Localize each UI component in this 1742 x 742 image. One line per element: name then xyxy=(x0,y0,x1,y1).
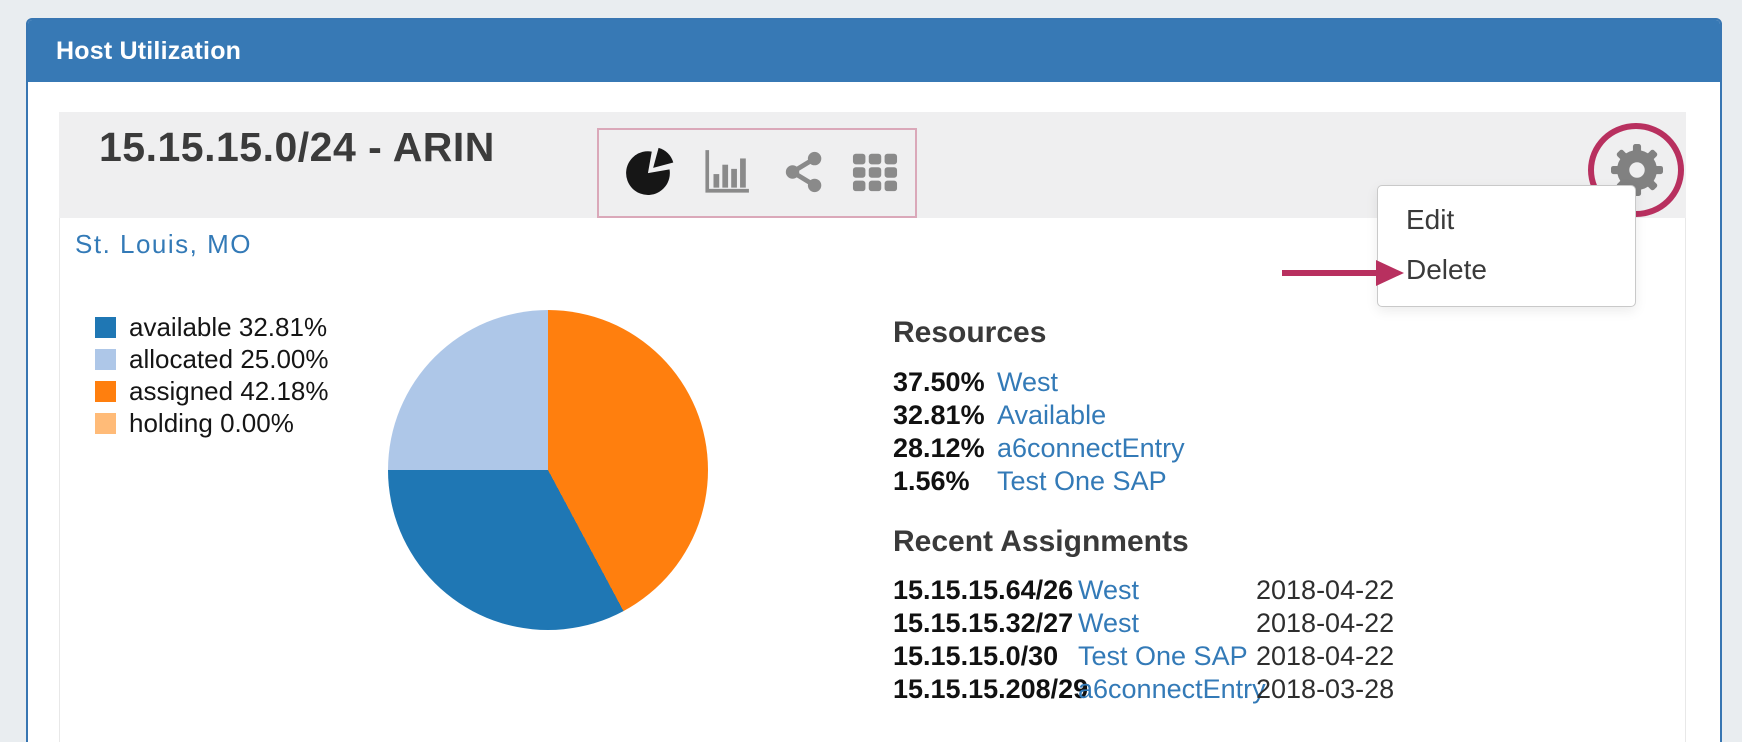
assignment-block: 15.15.15.64/26 xyxy=(893,574,1078,607)
resource-row: 37.50%West xyxy=(893,366,1185,399)
assignment-block: 15.15.15.32/27 xyxy=(893,607,1078,640)
utilization-pie-chart xyxy=(388,310,708,630)
resource-pct: 1.56% xyxy=(893,465,997,498)
assignment-link[interactable]: West xyxy=(1078,574,1256,607)
assignment-row: 15.15.15.64/26West2018-04-22 xyxy=(893,574,1394,607)
assignment-block: 15.15.15.208/29 xyxy=(893,673,1078,706)
assignment-link[interactable]: a6connectEntry xyxy=(1078,673,1256,706)
legend-pct: 25.00% xyxy=(240,344,328,374)
resource-row: 1.56%Test One SAP xyxy=(893,465,1185,498)
menu-item-delete[interactable]: Delete xyxy=(1378,245,1635,295)
share-button[interactable] xyxy=(782,149,828,195)
legend-item: assigned 42.18% xyxy=(95,375,329,407)
legend-label: allocated xyxy=(129,344,233,374)
resource-link[interactable]: a6connectEntry xyxy=(997,432,1185,465)
resources-heading: Resources xyxy=(893,316,1046,350)
grid-view-button[interactable] xyxy=(851,149,899,195)
resource-pct: 37.50% xyxy=(893,366,997,399)
pie-legend: available 32.81% allocated 25.00% assign… xyxy=(95,311,329,439)
resources-list: 37.50%West 32.81%Available 28.12%a6conne… xyxy=(893,366,1185,498)
assignments-heading: Recent Assignments xyxy=(893,525,1189,559)
legend-item: allocated 25.00% xyxy=(95,343,329,375)
assignment-date: 2018-04-22 xyxy=(1256,608,1394,638)
menu-item-edit[interactable]: Edit xyxy=(1378,195,1635,245)
bar-chart-view-icon xyxy=(698,147,754,197)
screenshot-root: Host Utilization 15.15.15.0/24 - ARIN xyxy=(0,0,1742,742)
gear-dropdown-menu: Edit Delete xyxy=(1377,185,1636,307)
resource-row: 32.81%Available xyxy=(893,399,1185,432)
bar-chart-view-button[interactable] xyxy=(698,147,754,197)
resource-link[interactable]: Test One SAP xyxy=(997,465,1167,498)
assignment-link[interactable]: West xyxy=(1078,607,1256,640)
legend-label: holding xyxy=(129,408,213,438)
legend-swatch-assigned xyxy=(95,381,116,402)
legend-label: available xyxy=(129,312,232,342)
panel-header: Host Utilization xyxy=(28,20,1720,82)
legend-label: assigned xyxy=(129,376,233,406)
grid-view-icon xyxy=(851,149,899,195)
assignment-row: 15.15.15.32/27West2018-04-22 xyxy=(893,607,1394,640)
resource-row: 28.12%a6connectEntry xyxy=(893,432,1185,465)
legend-swatch-available xyxy=(95,317,116,338)
legend-pct: 42.18% xyxy=(240,376,328,406)
assignment-link[interactable]: Test One SAP xyxy=(1078,640,1256,673)
assignment-row: 15.15.15.208/29a6connectEntry2018-03-28 xyxy=(893,673,1394,706)
pie-chart-view-icon xyxy=(624,145,674,195)
resource-link[interactable]: West xyxy=(997,366,1058,399)
assignment-block: 15.15.15.0/30 xyxy=(893,640,1078,673)
legend-pct: 32.81% xyxy=(239,312,327,342)
resource-link[interactable]: Available xyxy=(997,399,1106,432)
resource-pct: 28.12% xyxy=(893,432,997,465)
card-title: 15.15.15.0/24 - ARIN xyxy=(99,124,495,171)
location-link[interactable]: St. Louis, MO xyxy=(75,229,252,260)
assignments-list: 15.15.15.64/26West2018-04-22 15.15.15.32… xyxy=(893,574,1394,706)
assignment-date: 2018-03-28 xyxy=(1256,674,1394,704)
assignment-date: 2018-04-22 xyxy=(1256,575,1394,605)
legend-pct: 0.00% xyxy=(220,408,294,438)
resource-pct: 32.81% xyxy=(893,399,997,432)
pie-chart-view-button[interactable] xyxy=(624,145,674,195)
assignment-date: 2018-04-22 xyxy=(1256,641,1394,671)
legend-swatch-holding xyxy=(95,413,116,434)
legend-item: holding 0.00% xyxy=(95,407,329,439)
assignment-row: 15.15.15.0/30Test One SAP2018-04-22 xyxy=(893,640,1394,673)
share-icon xyxy=(782,149,828,195)
legend-item: available 32.81% xyxy=(95,311,329,343)
panel-title: Host Utilization xyxy=(56,37,241,66)
legend-swatch-allocated xyxy=(95,349,116,370)
